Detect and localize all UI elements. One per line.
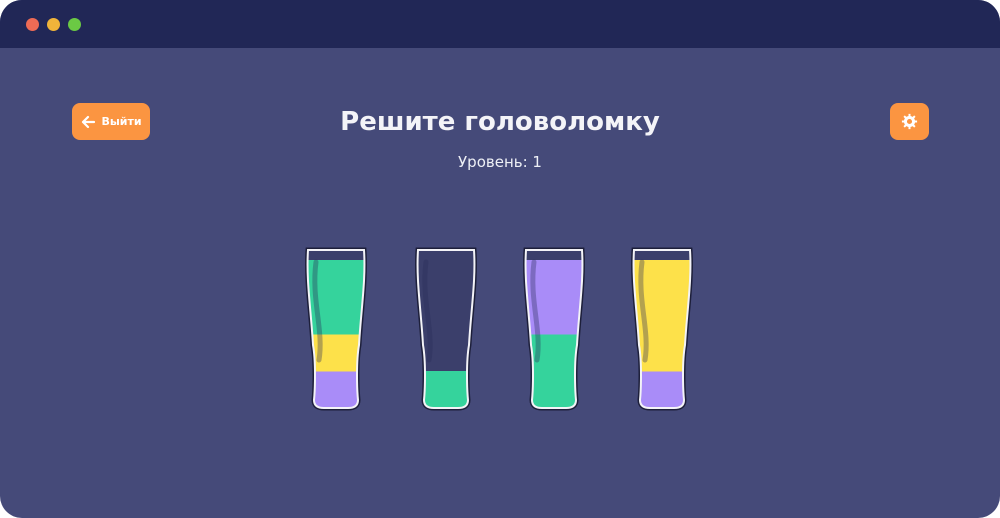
liquid-layer-yellow: [307, 334, 365, 372]
glass-2[interactable]: [406, 247, 486, 411]
liquid-layer-purple: [307, 371, 365, 408]
glass-3[interactable]: [514, 247, 594, 411]
glass-4[interactable]: [622, 247, 702, 411]
app-window: Выйти Решите головоломку Уровень: 1: [0, 0, 1000, 518]
liquid-layer-yellow: [633, 334, 691, 372]
glasses-board: [296, 247, 702, 411]
liquid-layer-green: [525, 371, 583, 408]
glass-1[interactable]: [296, 247, 376, 411]
liquid-layer-purple: [633, 371, 691, 408]
liquid-layer-green: [417, 371, 475, 408]
liquid-layer-green: [525, 334, 583, 372]
